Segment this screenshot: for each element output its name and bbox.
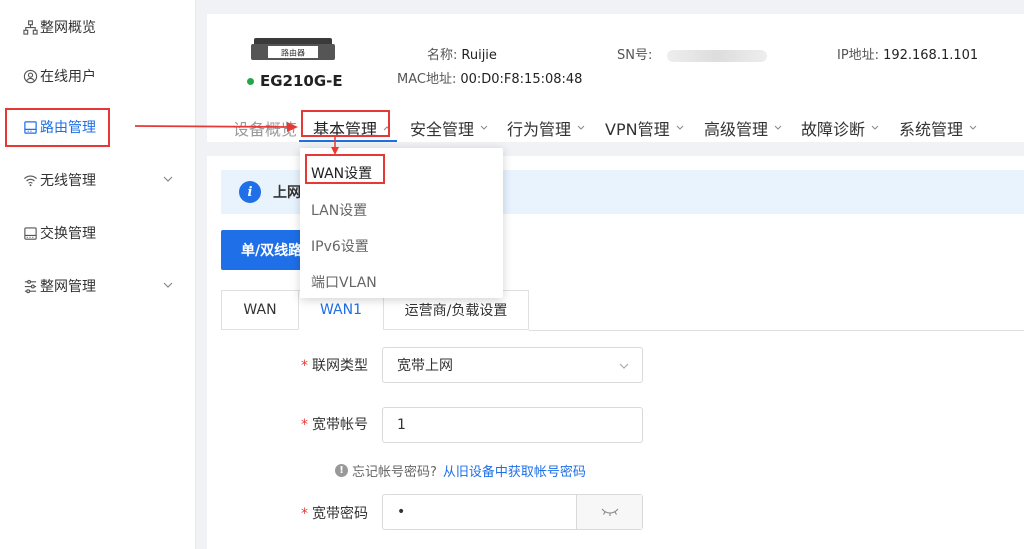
retrieve-credentials-link[interactable]: 从旧设备中获取帐号密码 xyxy=(443,461,586,480)
nav-vpn-management[interactable]: VPN管理 xyxy=(605,116,685,140)
chevron-down-icon xyxy=(163,282,173,288)
help-icon: ! xyxy=(335,464,348,477)
eye-closed-icon xyxy=(601,508,618,516)
sidebar-item-label: 在线用户 xyxy=(40,69,96,85)
tabs-baseline xyxy=(529,330,1024,331)
broadband-password-label: * 宽带密码 xyxy=(301,506,368,522)
wifi-icon xyxy=(22,172,38,188)
nav-system-management[interactable]: 系统管理 xyxy=(899,116,978,140)
chevron-down-icon xyxy=(480,125,488,130)
nav-fault-diagnosis[interactable]: 故障诊断 xyxy=(801,116,880,140)
sidebar-item-label: 整网管理 xyxy=(40,279,96,295)
sn-label: SN号: xyxy=(617,48,653,63)
device-model-label: EG210G-E xyxy=(260,72,343,90)
device-model: EG210G-E xyxy=(247,72,343,90)
tab-label: WAN xyxy=(243,302,277,318)
sidebar-item-network-management[interactable]: 整网管理 xyxy=(0,266,196,306)
nav-label: 系统管理 xyxy=(899,120,964,139)
sidebar: 整网概览 在线用户 路由管理 无线管理 交换管理 整网管理 xyxy=(0,0,196,549)
nav-security-management[interactable]: 安全管理 xyxy=(410,116,489,140)
nav-label: 设备概览 xyxy=(233,120,298,139)
annotation-highlight-box xyxy=(5,108,110,147)
sidebar-item-wireless-management[interactable]: 无线管理 xyxy=(0,160,196,200)
forgot-credentials-hint: ! 忘记帐号密码? 从旧设备中获取帐号密码 xyxy=(335,461,586,480)
chevron-down-icon xyxy=(774,125,782,130)
nav-label: VPN管理 xyxy=(605,120,670,139)
nav-label: 行为管理 xyxy=(507,120,572,139)
connection-type-label: * 联网类型 xyxy=(301,358,368,374)
broadband-password-input[interactable]: • xyxy=(382,494,643,530)
router-device-image: 路由器 xyxy=(251,38,335,60)
switch-icon xyxy=(22,225,38,241)
sidebar-item-online-users[interactable]: 在线用户 xyxy=(0,56,196,96)
broadband-account-label: * 宽带帐号 xyxy=(301,417,368,433)
broadband-account-input[interactable]: 1 xyxy=(382,407,643,443)
nav-label: 高级管理 xyxy=(704,120,769,139)
ip-value: 192.168.1.101 xyxy=(883,48,979,63)
hint-text: 忘记帐号密码? xyxy=(352,465,437,480)
chevron-down-icon xyxy=(871,125,879,130)
mac-value: 00:D0:F8:15:08:48 xyxy=(460,72,583,87)
topology-icon xyxy=(22,19,38,35)
mac-label: MAC地址: xyxy=(397,72,457,87)
user-icon xyxy=(22,68,38,84)
menu-item-port-vlan[interactable]: 端口VLAN xyxy=(311,272,377,292)
name-value: Ruijie xyxy=(461,48,497,63)
tab-label: 运营商/负载设置 xyxy=(404,303,508,319)
line-mode-button-label: 单/双线路 xyxy=(241,243,303,259)
tab-wan[interactable]: WAN xyxy=(221,290,299,330)
nav-label: 安全管理 xyxy=(410,120,475,139)
basic-management-dropdown: WAN设置 LAN设置 IPv6设置 端口VLAN xyxy=(300,148,503,298)
sidebar-item-label: 交换管理 xyxy=(40,226,96,242)
broadband-account-value: 1 xyxy=(397,417,406,433)
tab-label: WAN1 xyxy=(319,302,363,318)
chevron-down-icon xyxy=(676,125,683,130)
ip-label: IP地址: xyxy=(837,48,880,63)
device-sn-field: SN号: xyxy=(617,44,767,63)
sidebar-item-label: 整网概览 xyxy=(40,20,96,36)
sidebar-item-label: 无线管理 xyxy=(40,173,96,189)
sidebar-item-switch-management[interactable]: 交换管理 xyxy=(0,213,196,253)
device-badge: 路由器 xyxy=(281,48,305,58)
toggle-password-visibility[interactable] xyxy=(576,495,642,529)
sidebar-item-router-management[interactable]: 路由管理 xyxy=(0,107,196,147)
sidebar-item-network-overview[interactable]: 整网概览 xyxy=(0,7,196,47)
device-mac-field: MAC地址: 00:D0:F8:15:08:48 xyxy=(397,68,582,87)
status-dot xyxy=(247,77,254,85)
menu-item-ipv6-settings[interactable]: IPv6设置 xyxy=(311,236,369,256)
network-settings-icon xyxy=(22,278,38,294)
chevron-down-icon xyxy=(163,176,173,182)
name-label: 名称: xyxy=(427,48,458,63)
connection-type-select[interactable]: 宽带上网 xyxy=(382,347,643,383)
menu-item-lan-settings[interactable]: LAN设置 xyxy=(311,200,367,220)
chevron-down-icon xyxy=(619,363,629,369)
chevron-down-icon xyxy=(577,125,585,130)
menu-item-wan-settings[interactable]: WAN设置 xyxy=(311,163,372,183)
connection-type-value: 宽带上网 xyxy=(397,358,453,374)
chevron-down-icon xyxy=(969,125,977,130)
alert-text: 上网 xyxy=(273,185,301,201)
device-name-field: 名称: Ruijie xyxy=(427,44,497,63)
nav-advanced-management[interactable]: 高级管理 xyxy=(704,116,783,140)
sn-value-redacted xyxy=(666,49,767,62)
nav-label: 故障诊断 xyxy=(801,120,866,139)
password-mask: • xyxy=(397,504,406,520)
nav-device-overview[interactable]: 设备概览 xyxy=(233,116,297,140)
info-icon: i xyxy=(239,181,261,203)
device-ip-field: IP地址: 192.168.1.101 xyxy=(837,44,978,63)
nav-behavior-management[interactable]: 行为管理 xyxy=(507,116,586,140)
annotation-highlight-box xyxy=(301,110,390,137)
